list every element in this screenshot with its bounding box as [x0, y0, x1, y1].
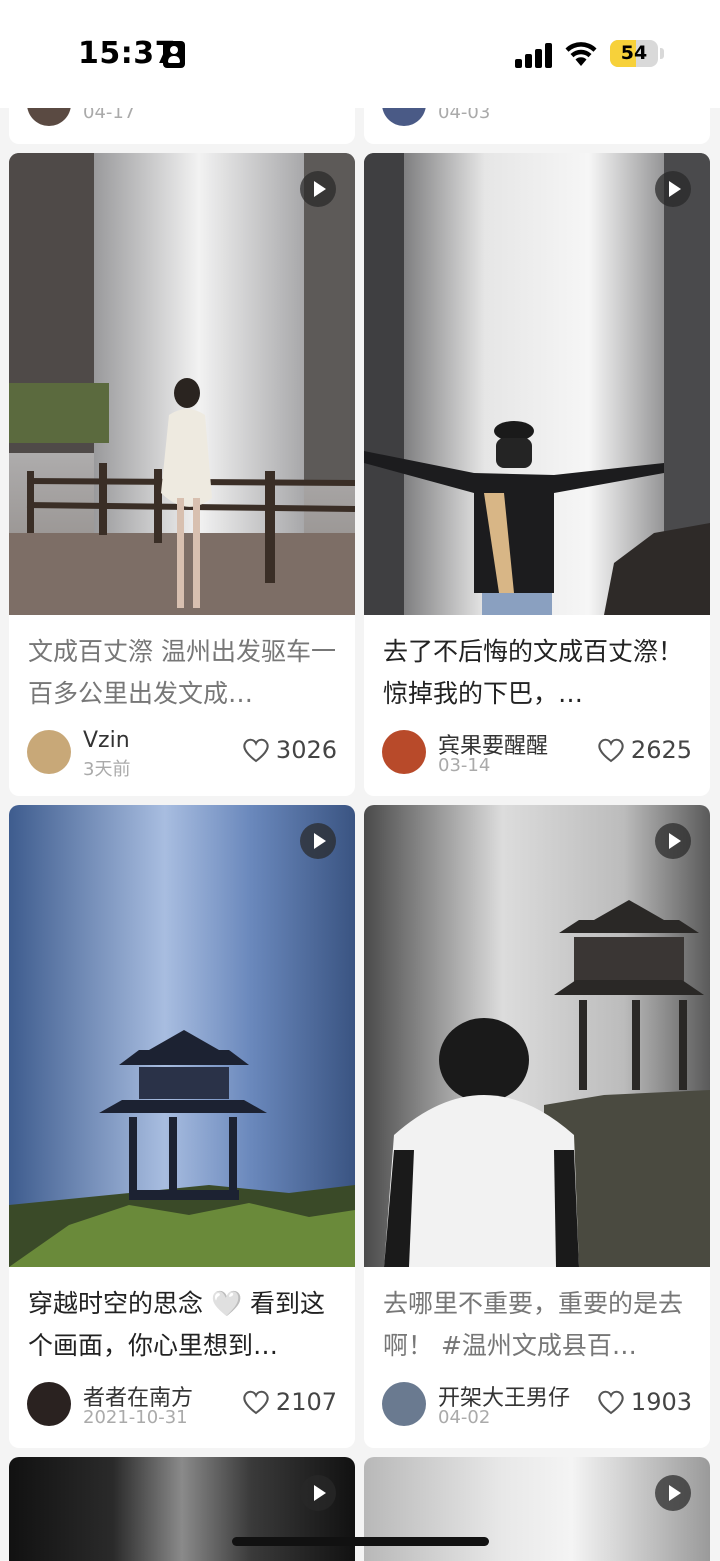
play-icon [300, 823, 336, 859]
heart-icon [243, 1390, 269, 1415]
like-count: 3026 [275, 736, 337, 764]
post-title: 去哪里不重要，重要的是去啊！ #温州文成县百… [383, 1289, 684, 1360]
contact-card-icon [163, 41, 185, 68]
status-time: 15:37 [78, 36, 176, 71]
like-button[interactable]: 2107 [242, 1387, 337, 1417]
post-date: 03-14 [438, 755, 491, 776]
post-title: 去了不后悔的文成百丈漈！ 惊掉我的下巴，… [383, 637, 684, 708]
play-icon [655, 1475, 691, 1511]
heart-icon [598, 738, 624, 763]
status-bar: 15:37 54 [0, 0, 720, 108]
play-icon [300, 171, 336, 207]
waterfall-photo [364, 153, 710, 615]
avatar[interactable] [27, 1382, 71, 1426]
play-icon [655, 823, 691, 859]
home-indicator[interactable] [232, 1537, 489, 1546]
pavilion-photo [364, 805, 710, 1267]
avatar[interactable] [382, 730, 426, 774]
heart-icon [598, 1390, 624, 1415]
wifi-icon [565, 42, 597, 66]
like-count: 1903 [630, 1388, 692, 1416]
like-count: 2625 [630, 736, 692, 764]
pavilion-photo [9, 805, 355, 1267]
avatar [382, 108, 426, 126]
like-count: 2107 [275, 1388, 337, 1416]
play-icon [300, 1475, 336, 1511]
like-button[interactable]: 3026 [242, 735, 337, 765]
post-date: 04-02 [438, 1407, 491, 1428]
post-thumbnail[interactable] [9, 153, 355, 615]
post-title: 穿越时空的思念 🤍 看到这个画面，你心里想到… [28, 1289, 326, 1360]
post-date: 04-17 [83, 108, 136, 123]
waterfall-photo [9, 153, 355, 615]
play-icon [655, 171, 691, 207]
battery-cap [660, 48, 664, 59]
post-date: 3天前 [83, 759, 131, 780]
post-card[interactable]: 去了不后悔的文成百丈漈！ 惊掉我的下巴，… 宾果要醒醒 03-14 2625 [364, 153, 710, 796]
post-thumbnail[interactable] [364, 153, 710, 615]
post-thumbnail[interactable] [364, 805, 710, 1267]
like-button[interactable]: 2625 [597, 735, 692, 765]
cellular-signal-icon [515, 42, 553, 68]
card-stub-right[interactable]: 04-03 [364, 108, 710, 144]
author-name[interactable]: Vzin [83, 728, 130, 753]
battery-indicator: 54 [610, 40, 658, 67]
post-thumbnail[interactable] [9, 805, 355, 1267]
heart-icon [243, 738, 269, 763]
post-title: 文成百丈漈 温州出发驱车一百多公里出发文成… [28, 637, 336, 708]
avatar[interactable] [27, 730, 71, 774]
avatar[interactable] [382, 1382, 426, 1426]
post-date: 2021-10-31 [83, 1407, 188, 1428]
post-date: 04-03 [438, 108, 491, 123]
post-card[interactable]: 文成百丈漈 温州出发驱车一百多公里出发文成… Vzin 3天前 3026 [9, 153, 355, 796]
like-button[interactable]: 1903 [597, 1387, 692, 1417]
battery-percent: 54 [620, 42, 648, 64]
post-card[interactable]: 穿越时空的思念 🤍 看到这个画面，你心里想到… 者者在南方 2021-10-31… [9, 805, 355, 1448]
post-card[interactable]: 去哪里不重要，重要的是去啊！ #温州文成县百… 开架大王男仔 04-02 190… [364, 805, 710, 1448]
avatar [27, 108, 71, 126]
card-stub-left[interactable]: 04-17 [9, 108, 355, 144]
